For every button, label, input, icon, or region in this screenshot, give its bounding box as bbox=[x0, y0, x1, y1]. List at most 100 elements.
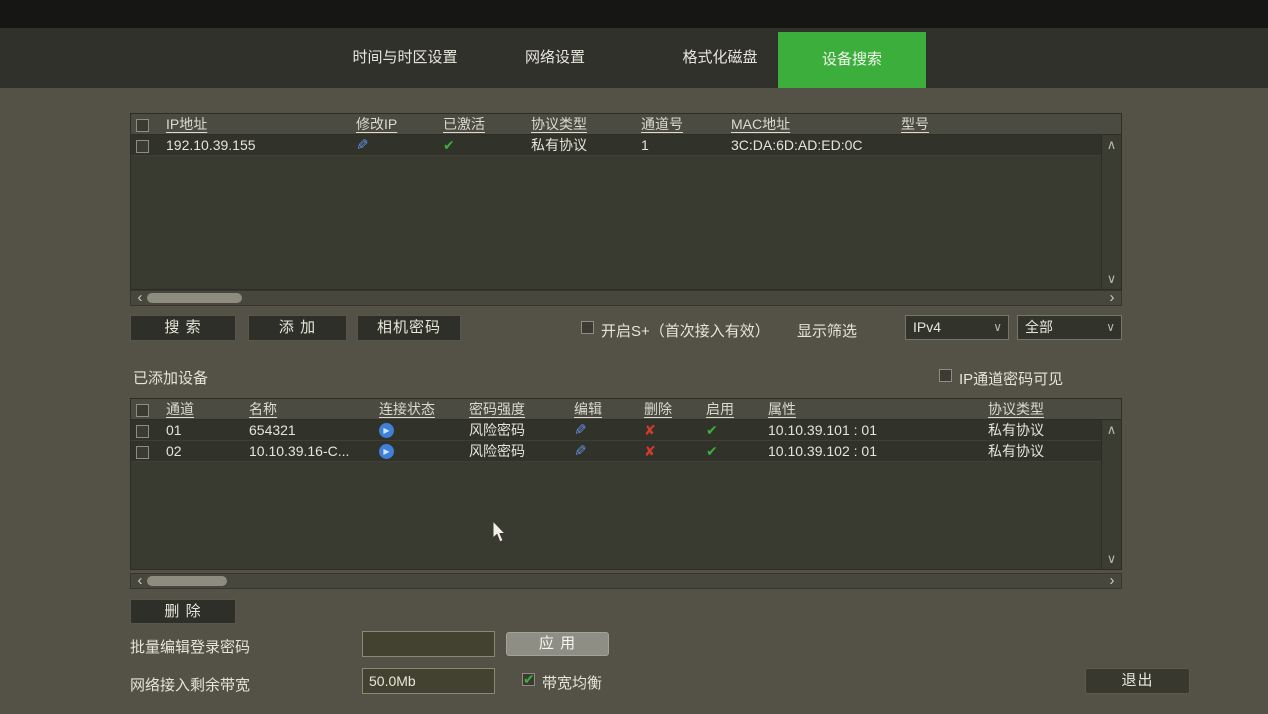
cell-enable[interactable]: ✔ bbox=[701, 422, 763, 439]
ip-version-dropdown[interactable]: IPv4 ∨ bbox=[905, 315, 1009, 340]
ip-channel-password-visible-checkbox[interactable] bbox=[939, 369, 952, 382]
row-checkbox-cell[interactable] bbox=[131, 443, 161, 459]
select-all-checkbox-cell[interactable] bbox=[131, 116, 161, 132]
search-table-header: IP地址 修改IP 已激活 协议类型 通道号 MAC地址 型号 bbox=[131, 114, 1121, 135]
bandwidth-input[interactable] bbox=[362, 668, 495, 694]
col-link-status: 连接状态 bbox=[374, 399, 464, 419]
scroll-right-icon[interactable]: › bbox=[1105, 291, 1119, 305]
col-password-strength: 密码强度 bbox=[464, 399, 569, 419]
scroll-right-icon[interactable]: › bbox=[1105, 574, 1119, 588]
scroll-down-icon[interactable]: ∨ bbox=[1102, 551, 1121, 567]
search-table-hscrollbar[interactable]: ‹ › bbox=[130, 290, 1122, 306]
bandwidth-balance-label: 带宽均衡 bbox=[542, 672, 602, 693]
play-status-icon[interactable]: ▶ bbox=[379, 423, 394, 438]
hscroll-thumb[interactable] bbox=[147, 576, 227, 586]
col-channel: 通道 bbox=[161, 399, 244, 419]
add-button[interactable]: 添 加 bbox=[248, 315, 347, 341]
cell-ip: 192.10.39.155 bbox=[161, 137, 351, 153]
added-table-header: 通道 名称 连接状态 密码强度 编辑 删除 启用 属性 协议类型 bbox=[131, 399, 1121, 420]
added-table-row[interactable]: 01 654321 ▶ 风险密码 ✎ ✘ ✔ 10.10.39.101 : 01… bbox=[131, 420, 1103, 441]
row-checkbox-cell[interactable] bbox=[131, 137, 161, 153]
scroll-up-icon[interactable]: ∧ bbox=[1102, 137, 1121, 153]
bandwidth-balance-checkbox[interactable] bbox=[522, 673, 535, 686]
apply-button[interactable]: 应 用 bbox=[506, 632, 609, 656]
col-channel-no: 通道号 bbox=[636, 114, 726, 134]
ip-version-value: IPv4 bbox=[913, 319, 941, 335]
scroll-up-icon[interactable]: ∧ bbox=[1102, 422, 1121, 438]
cell-edit[interactable]: ✎ bbox=[569, 421, 639, 439]
hscroll-thumb[interactable] bbox=[147, 293, 242, 303]
ip-channel-password-visible-label: IP通道密码可见 bbox=[959, 368, 1063, 389]
play-status-icon[interactable]: ▶ bbox=[379, 444, 394, 459]
search-table-row[interactable]: 192.10.39.155 ✎ ✔ 私有协议 1 3C:DA:6D:AD:ED:… bbox=[131, 135, 1103, 156]
scroll-left-icon[interactable]: ‹ bbox=[133, 291, 147, 305]
delete-button[interactable]: 删 除 bbox=[130, 599, 236, 624]
settings-tab-bar: 时间与时区设置 网络设置 格式化磁盘 设备搜索 bbox=[0, 28, 1268, 88]
select-all-checkbox-cell[interactable] bbox=[131, 401, 161, 417]
cell-protocol: 私有协议 bbox=[526, 135, 636, 155]
row-checkbox[interactable] bbox=[136, 140, 149, 153]
added-table-vscrollbar[interactable]: ∧ ∨ bbox=[1101, 420, 1121, 569]
cell-channel: 02 bbox=[161, 443, 244, 459]
cell-link-status[interactable]: ▶ bbox=[374, 443, 464, 460]
delete-icon[interactable]: ✘ bbox=[644, 422, 656, 438]
exit-button[interactable]: 退出 bbox=[1085, 668, 1190, 694]
cell-link-status[interactable]: ▶ bbox=[374, 422, 464, 439]
col-delete: 删除 bbox=[639, 399, 701, 419]
top-bezel bbox=[0, 0, 1268, 28]
scroll-left-icon[interactable]: ‹ bbox=[133, 574, 147, 588]
batch-password-label: 批量编辑登录密码 bbox=[130, 636, 250, 657]
scope-value: 全部 bbox=[1025, 319, 1053, 335]
col-attribute: 属性 bbox=[763, 399, 983, 419]
enabled-check-icon[interactable]: ✔ bbox=[706, 422, 718, 438]
scroll-down-icon[interactable]: ∨ bbox=[1102, 271, 1121, 287]
search-button[interactable]: 搜 索 bbox=[130, 315, 236, 341]
col-activated: 已激活 bbox=[438, 114, 526, 134]
select-all-checkbox[interactable] bbox=[136, 404, 149, 417]
enabled-check-icon[interactable]: ✔ bbox=[706, 443, 718, 459]
col-modify-ip: 修改IP bbox=[351, 114, 438, 134]
tab-time-timezone[interactable]: 时间与时区设置 bbox=[320, 28, 490, 88]
delete-icon[interactable]: ✘ bbox=[644, 443, 656, 459]
camera-password-button[interactable]: 相机密码 bbox=[357, 315, 461, 341]
added-table-row[interactable]: 02 10.10.39.16-C... ▶ 风险密码 ✎ ✘ ✔ 10.10.3… bbox=[131, 441, 1103, 462]
col-mac: MAC地址 bbox=[726, 114, 896, 134]
row-checkbox[interactable] bbox=[136, 425, 149, 438]
tab-device-search[interactable]: 设备搜索 bbox=[778, 32, 926, 88]
cell-password-strength: 风险密码 bbox=[464, 420, 569, 440]
cell-activated: ✔ bbox=[438, 137, 526, 154]
tab-network-settings[interactable]: 网络设置 bbox=[485, 28, 625, 88]
edit-icon[interactable]: ✎ bbox=[574, 421, 587, 439]
cell-attribute: 10.10.39.101 : 01 bbox=[763, 422, 983, 438]
cell-protocol: 私有协议 bbox=[983, 420, 1103, 440]
col-ip: IP地址 bbox=[161, 114, 351, 134]
search-table-vscrollbar[interactable]: ∧ ∨ bbox=[1101, 135, 1121, 289]
col-name: 名称 bbox=[244, 399, 374, 419]
cell-enable[interactable]: ✔ bbox=[701, 443, 763, 460]
added-devices-table: 通道 名称 连接状态 密码强度 编辑 删除 启用 属性 协议类型 01 6543… bbox=[130, 398, 1122, 570]
cell-modify-ip[interactable]: ✎ bbox=[351, 136, 438, 154]
cell-delete[interactable]: ✘ bbox=[639, 443, 701, 460]
cell-password-strength: 风险密码 bbox=[464, 441, 569, 461]
added-devices-title: 已添加设备 bbox=[133, 367, 208, 388]
col-model: 型号 bbox=[896, 114, 1121, 134]
edit-ip-icon[interactable]: ✎ bbox=[356, 136, 369, 154]
device-search-screen: 时间与时区设置 网络设置 格式化磁盘 设备搜索 IP地址 修改IP 已激活 协议… bbox=[0, 0, 1268, 714]
scope-dropdown[interactable]: 全部 ∨ bbox=[1017, 315, 1122, 340]
row-checkbox-cell[interactable] bbox=[131, 422, 161, 438]
col-protocol: 协议类型 bbox=[983, 399, 1121, 419]
cell-delete[interactable]: ✘ bbox=[639, 422, 701, 439]
cell-channel-no: 1 bbox=[636, 137, 726, 153]
cell-channel: 01 bbox=[161, 422, 244, 438]
batch-password-input[interactable] bbox=[362, 631, 495, 657]
filter-label: 显示筛选 bbox=[797, 320, 857, 341]
added-table-hscrollbar[interactable]: ‹ › bbox=[130, 573, 1122, 589]
select-all-checkbox[interactable] bbox=[136, 119, 149, 132]
tab-format-disk[interactable]: 格式化磁盘 bbox=[650, 28, 790, 88]
activated-check-icon: ✔ bbox=[443, 137, 455, 153]
edit-icon[interactable]: ✎ bbox=[574, 442, 587, 460]
s-plus-checkbox[interactable] bbox=[581, 321, 594, 334]
row-checkbox[interactable] bbox=[136, 446, 149, 459]
cell-edit[interactable]: ✎ bbox=[569, 442, 639, 460]
col-edit: 编辑 bbox=[569, 399, 639, 419]
